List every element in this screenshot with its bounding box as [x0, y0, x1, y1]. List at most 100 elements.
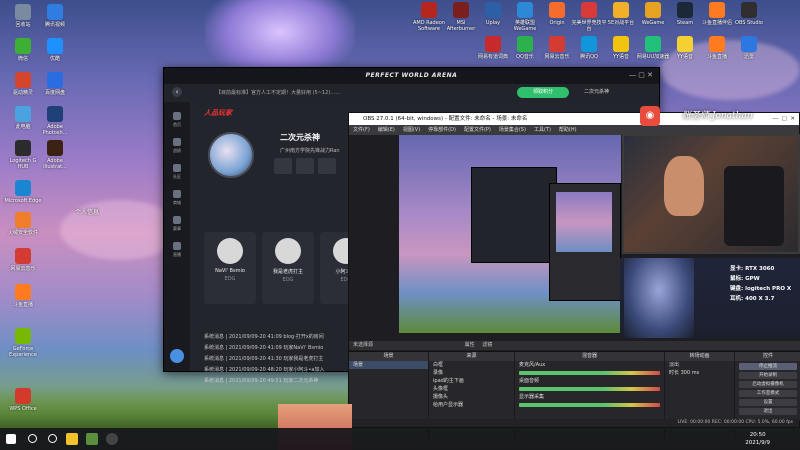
control-button[interactable]: 设置 — [739, 399, 797, 406]
control-button[interactable]: 停止推流 — [739, 363, 797, 370]
windows-start-icon[interactable] — [6, 434, 16, 444]
search-icon[interactable] — [28, 434, 37, 443]
back-icon[interactable]: ‹ — [172, 87, 182, 97]
menu-item[interactable]: 视图(V) — [403, 127, 420, 133]
desktop-icon[interactable]: 腾讯视频 — [36, 4, 74, 28]
source-item[interactable]: 白框 — [429, 361, 514, 369]
volume-meter[interactable] — [519, 403, 660, 407]
desktop-icon-label: WPS Office — [9, 406, 37, 412]
menu-item[interactable]: 帮助(H) — [559, 127, 577, 133]
desktop-icon[interactable]: 网易云音乐 — [4, 248, 42, 272]
pwa-taskbar-icon[interactable] — [86, 433, 98, 445]
desktop-icon-label: 腾讯视频 — [44, 22, 65, 28]
control-button[interactable]: 开始录制 — [739, 372, 797, 379]
sidebar-label: 直播 — [173, 252, 181, 257]
friend-card[interactable]: NaVi' Bsmio EDG — [204, 232, 256, 304]
app-icon — [677, 36, 693, 52]
friend-tag: EDG — [282, 277, 294, 283]
source-item[interactable]: 给用户显示器 — [429, 401, 514, 409]
transition-type[interactable]: 淡出 — [665, 361, 734, 369]
window-controls[interactable]: ― ▢ ✕ — [629, 71, 653, 79]
sidebar-item[interactable]: 直播 — [164, 242, 190, 258]
streamer-title: 账圣师 Jonathan — [682, 111, 753, 121]
pwa-user[interactable]: 二次元杀神 — [584, 88, 609, 95]
app-icon — [15, 140, 31, 156]
sidebar-label: 战绩 — [173, 148, 181, 153]
volume-meter[interactable] — [519, 371, 660, 375]
app-icon — [517, 36, 533, 52]
badge-icon[interactable] — [296, 158, 314, 174]
desktop-icon[interactable]: 优酷 — [36, 38, 74, 62]
obs-status-bar: LIVE: 00:00:00 REC: 00:00:00 CPU: 5.0%, … — [349, 419, 799, 427]
filters-button[interactable]: 滤镜 — [482, 342, 492, 348]
friend-card[interactable]: 我是老虎打主 EDG — [262, 232, 314, 304]
menu-item[interactable]: 停靠部件(D) — [428, 127, 456, 133]
app-icon — [645, 2, 661, 18]
desktop-icon[interactable]: Adobe Illustrat... — [36, 140, 74, 170]
pwa-title: PERFECT WORLD ARENA — [164, 68, 659, 84]
app-icon — [549, 36, 565, 52]
source-item[interactable]: ipad的主下画 — [429, 377, 514, 385]
control-button[interactable]: 启动虚拟摄像机 — [739, 381, 797, 388]
volume-meter[interactable] — [519, 387, 660, 391]
menu-item[interactable]: 场景集合(S) — [499, 127, 526, 133]
menu-item[interactable]: 工具(T) — [534, 127, 551, 133]
source-item[interactable]: 录像 — [429, 369, 514, 377]
controls-title: 控件 — [735, 352, 800, 361]
scene-item[interactable]: 场景 — [349, 361, 428, 369]
webcam-overlay — [622, 134, 800, 254]
obs-taskbar-icon[interactable] — [106, 433, 118, 445]
desktop-icon[interactable]: Adobe Photosh... — [36, 106, 74, 136]
desktop-icon[interactable]: OBS Studio — [730, 2, 768, 26]
sidebar-item[interactable]: 社区 — [164, 164, 190, 180]
streamer-face — [664, 156, 704, 216]
sidebar-item[interactable]: 首页 — [164, 112, 190, 128]
claim-points-button[interactable]: 领取积分 — [517, 87, 569, 98]
friend-name: NaVi' Bsmio — [215, 268, 245, 274]
pwa-nav: ‹ 【目前最标准】官方人工不定期！大量好用 (5~12)…… 领取积分 二次元杀… — [164, 84, 659, 102]
app-icon — [485, 2, 501, 18]
app-icon — [549, 2, 565, 18]
desktop-icon[interactable]: GeForce Experience — [4, 328, 42, 358]
menu-item[interactable]: 配置文件(P) — [464, 127, 491, 133]
source-item[interactable]: 摄像头 — [429, 393, 514, 401]
stray-label: 个人信息 — [74, 209, 99, 216]
desktop-icon-label: 百度网盘 — [44, 90, 65, 96]
profile-avatar[interactable] — [208, 132, 254, 178]
properties-button[interactable]: 属性 — [465, 342, 475, 348]
scenes-title: 场景 — [349, 352, 428, 361]
transition-duration[interactable]: 时长 300 ms — [665, 369, 734, 377]
sidebar-icon — [173, 138, 181, 146]
desktop-icon-label: 迅雷 — [743, 54, 754, 60]
menu-item[interactable]: 编辑(E) — [378, 127, 395, 133]
desktop-icon[interactable]: Microsoft Edge — [4, 180, 42, 204]
obs-preview[interactable] — [399, 135, 621, 333]
badge-icon[interactable] — [274, 158, 292, 174]
desktop-icon[interactable]: 百度网盘 — [36, 72, 74, 96]
app-icon — [15, 180, 31, 196]
menu-item[interactable]: 文件(F) — [353, 127, 370, 133]
pwa-banner[interactable]: 【目前最标准】官方人工不定期！大量好用 (5~12)…… — [216, 88, 516, 98]
source-toolbar: 未选择源 属性 滤镜 — [349, 341, 800, 350]
file-explorer-icon[interactable] — [66, 433, 78, 445]
sidebar-item[interactable]: 战绩 — [164, 138, 190, 154]
control-button[interactable]: 退出 — [739, 408, 797, 415]
desktop-icon-label: Adobe Illustrat... — [43, 158, 67, 170]
profile-name: 二次元杀神 — [280, 133, 320, 142]
window-controls[interactable]: ― ▢ ✕ — [773, 113, 795, 125]
badge-icon[interactable] — [318, 158, 336, 174]
sidebar-item[interactable]: 商城 — [164, 190, 190, 206]
sidebar-item[interactable]: 赛事 — [164, 216, 190, 232]
system-clock[interactable]: 20:50 2021/9/9 — [745, 431, 770, 447]
task-view-icon[interactable] — [48, 434, 57, 443]
preview-nested-pwa — [471, 167, 557, 263]
floating-action-button[interactable] — [170, 349, 184, 363]
app-icon — [15, 4, 31, 20]
source-item[interactable]: 头像框 — [429, 385, 514, 393]
desktop-icon[interactable]: 斗鱼直播 — [4, 284, 42, 308]
desktop-icon[interactable]: 火绒安全软件 — [4, 212, 42, 236]
desktop-icon[interactable]: WPS Office — [4, 388, 42, 412]
desktop-icon[interactable]: 迅雷 — [730, 36, 768, 60]
control-button[interactable]: 工作室模式 — [739, 390, 797, 397]
sidebar-icon — [173, 164, 181, 172]
